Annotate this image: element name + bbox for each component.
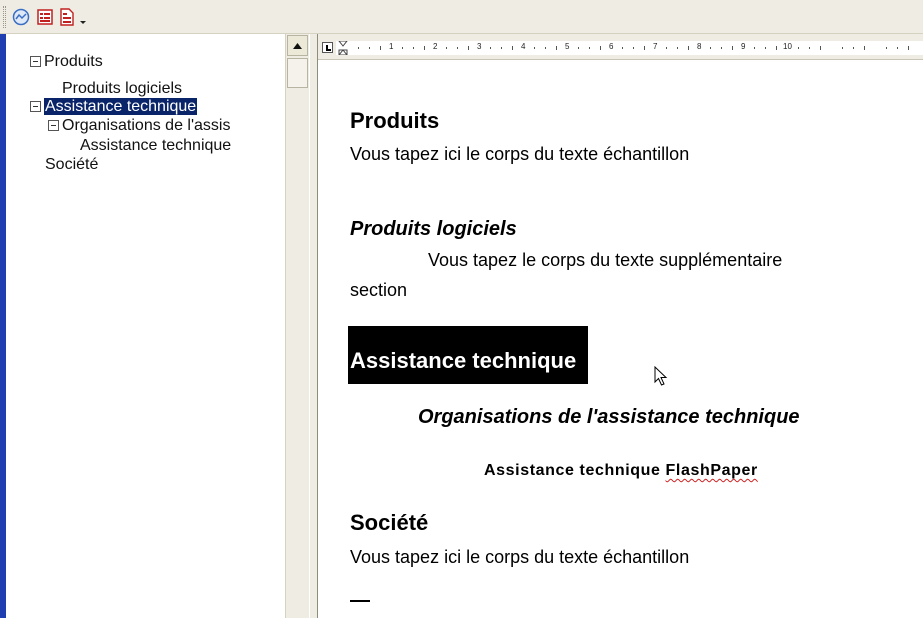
headings-button[interactable] (34, 6, 56, 28)
scroll-up-button[interactable] (287, 35, 308, 56)
ruler-number: 4 (521, 42, 526, 51)
toolbar-dropdown[interactable] (78, 6, 92, 28)
scroll-thumb[interactable] (287, 58, 308, 88)
ruler-number: 8 (697, 42, 702, 51)
word-window: Produits Produits logiciels Assistance t… (0, 0, 923, 618)
body-text-logiciels-line2[interactable]: section (350, 280, 407, 301)
text-cursor (350, 600, 370, 602)
document-icon (60, 8, 74, 26)
document-button[interactable] (56, 6, 78, 28)
heading-organisations[interactable]: Organisations de l'assistance technique (418, 406, 800, 429)
outline-item-assistance-technique-sub[interactable]: Assistance technique (80, 136, 231, 155)
ruler-number: 2 (433, 42, 438, 51)
arrow-up-icon (293, 42, 302, 49)
outline-item-assistance-technique[interactable]: Assistance technique (30, 97, 198, 116)
ruler-number: 10 (783, 42, 792, 51)
heading-societe[interactable]: Société (350, 510, 428, 536)
heading-produits[interactable]: Produits (350, 108, 439, 134)
body-text-societe[interactable]: Vous tapez ici le corps du texte échanti… (350, 547, 689, 568)
outline-scrollbar[interactable] (285, 34, 309, 618)
heading-produits-logiciels[interactable]: Produits logiciels (350, 218, 517, 241)
ruler-number: 5 (565, 42, 570, 51)
ruler-number: 6 (609, 42, 614, 51)
ruler-number: 1 (389, 42, 394, 51)
pane-splitter[interactable] (310, 34, 318, 618)
ruler-number: 7 (653, 42, 658, 51)
body-text-produits[interactable]: Vous tapez ici le corps du texte échanti… (350, 144, 689, 165)
outline-item-produits-logiciels[interactable]: Produits logiciels (62, 79, 182, 98)
outline-item-societe[interactable]: Société (45, 155, 98, 174)
spelling-error-word[interactable]: FlashPaper (666, 462, 758, 479)
ruler: 1 2 3 4 5 6 7 8 9 10 (318, 34, 923, 60)
document-body[interactable]: Produits Vous tapez ici le corps du text… (318, 60, 923, 618)
headings-icon (37, 9, 53, 25)
toolbar-grip[interactable] (3, 6, 6, 28)
dropdown-arrow-icon (80, 21, 86, 24)
heading-assistance-technique[interactable]: Assistance technique (348, 326, 589, 384)
heading-assistance-flashpaper[interactable]: Assistance technique FlashPaper (484, 462, 758, 480)
collapse-icon[interactable] (48, 120, 59, 131)
document-map-pane[interactable]: Produits Produits logiciels Assistance t… (6, 34, 286, 618)
collapse-icon[interactable] (30, 56, 41, 67)
navigation-icon (12, 8, 30, 26)
outline-item-organisations[interactable]: Organisations de l'assis (48, 116, 230, 135)
ruler-strip[interactable]: 1 2 3 4 5 6 7 8 9 10 (336, 41, 923, 55)
collapse-icon[interactable] (30, 101, 41, 112)
tab-stop-icon[interactable] (322, 42, 333, 53)
ruler-ticks (338, 41, 909, 55)
body-text-logiciels-line1[interactable]: Vous tapez le corps du texte supplémenta… (428, 250, 782, 271)
mouse-cursor-icon (654, 366, 668, 386)
toolbar (0, 0, 923, 34)
outline-item-produits[interactable]: Produits (30, 52, 103, 71)
ruler-number: 3 (477, 42, 482, 51)
navigation-button[interactable] (10, 6, 32, 28)
ruler-number: 9 (741, 42, 746, 51)
